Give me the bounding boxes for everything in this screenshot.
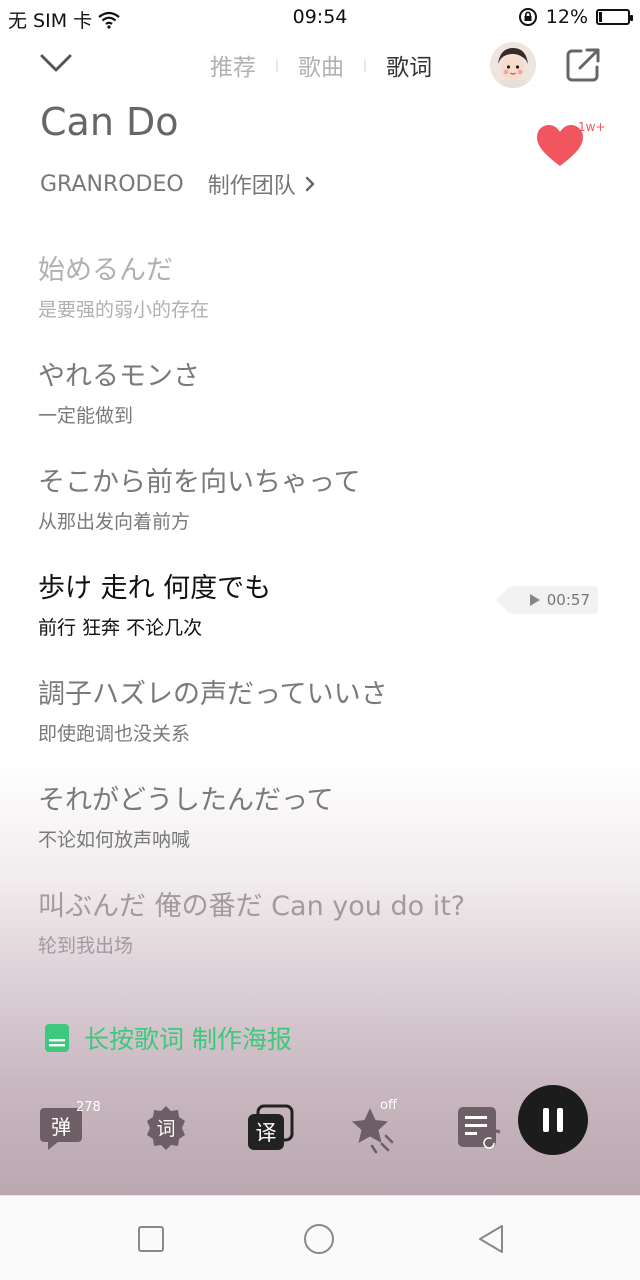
- lyric-original: そこから前を向いちゃって: [38, 467, 361, 498]
- seek-time: 00:57: [546, 591, 590, 609]
- system-nav-bar: [0, 1195, 640, 1280]
- artist-name[interactable]: GRANRODEO: [40, 172, 184, 197]
- translate-icon: 译: [248, 1104, 294, 1150]
- battery-percent: 12%: [545, 6, 588, 28]
- lyric-line[interactable]: 叫ぶんだ 俺の番だ Can you do it? 轮到我出场: [38, 884, 598, 958]
- star-off-badge: off: [380, 1098, 397, 1113]
- lyric-line[interactable]: 始めるんだ 是要强的弱小的存在: [38, 248, 598, 322]
- tab-divider: |: [363, 58, 368, 72]
- top-bar: 推荐 | 歌曲 | 歌词: [0, 34, 640, 96]
- playlist-button[interactable]: [456, 1104, 504, 1152]
- song-title: Can Do: [40, 100, 179, 144]
- lyric-line[interactable]: 調子ハズレの声だっていいさ 即使跑调也没关系: [38, 672, 598, 746]
- play-icon: [529, 594, 540, 606]
- lyric-translation: 是要强的弱小的存在: [38, 299, 210, 321]
- avatar[interactable]: [490, 42, 536, 88]
- chevron-down-icon[interactable]: [38, 48, 74, 78]
- lyric-translation: 不论如何放声呐喊: [38, 829, 191, 851]
- tab-divider: |: [275, 58, 280, 72]
- translate-label: 译: [256, 1121, 277, 1145]
- lyric-translation: 即使跑调也没关系: [38, 723, 191, 745]
- chevron-right-icon[interactable]: [304, 175, 316, 193]
- poster-icon: [45, 1024, 69, 1052]
- lyric-original: 始めるんだ: [38, 255, 173, 286]
- poster-hint-label: 长按歌词 制作海报: [84, 1025, 292, 1054]
- make-poster-hint[interactable]: 长按歌词 制作海报: [44, 1020, 292, 1056]
- recent-apps-icon[interactable]: [134, 1222, 168, 1256]
- playlist-icon: [458, 1107, 501, 1149]
- artist-row: GRANRODEO 制作团队: [40, 168, 316, 200]
- lyric-original: 叫ぶんだ 俺の番だ Can you do it?: [38, 891, 466, 922]
- pause-button[interactable]: [518, 1085, 588, 1155]
- pause-icon: [543, 1108, 563, 1132]
- rotation-lock-icon: [518, 8, 537, 26]
- seek-to-line-button[interactable]: 00:57: [496, 586, 598, 614]
- danmaku-count: 278: [76, 1100, 101, 1115]
- share-icon[interactable]: [564, 46, 602, 84]
- lyric-translation: 从那出发向着前方: [38, 511, 191, 533]
- status-bar: 无 SIM 卡 09:54 12%: [0, 0, 640, 34]
- tab-lyrics[interactable]: 歌词: [386, 48, 432, 82]
- player-controls: 弹 278 词 译 off: [0, 1080, 640, 1180]
- lyric-line[interactable]: そこから前を向いちゃって 从那出发向着前方: [38, 460, 598, 534]
- lyric-line[interactable]: それがどうしたんだって 不论如何放声呐喊: [38, 778, 598, 852]
- avatar-image: [490, 42, 536, 88]
- lyric-original: やれるモンさ: [38, 361, 200, 392]
- translate-button[interactable]: 译: [246, 1104, 294, 1152]
- lyrics-badge-icon: 词: [147, 1106, 185, 1150]
- lyric-translation: 一定能做到: [38, 405, 134, 427]
- lyric-translation: 轮到我出场: [38, 935, 134, 957]
- lyrics-mode-button[interactable]: 词: [142, 1104, 190, 1152]
- lyric-translation: 前行 狂奔 不论几次: [38, 617, 203, 639]
- home-icon[interactable]: [302, 1222, 336, 1256]
- production-team-link[interactable]: 制作团队: [208, 168, 296, 200]
- like-count: 1w+: [578, 120, 606, 134]
- lyric-line[interactable]: やれるモンさ 一定能做到: [38, 354, 598, 428]
- battery-fill: [599, 12, 602, 22]
- back-icon[interactable]: [474, 1222, 508, 1256]
- tab-recommend[interactable]: 推荐: [210, 48, 256, 82]
- lyric-original: それがどうしたんだって: [38, 785, 334, 816]
- lyrics-mode-label: 词: [156, 1118, 175, 1140]
- tab-bar: 推荐 | 歌曲 | 歌词: [210, 48, 432, 82]
- tab-songs[interactable]: 歌曲: [298, 48, 344, 82]
- battery-icon: [596, 9, 633, 25]
- lyric-original: 調子ハズレの声だっていいさ: [38, 679, 388, 710]
- danmaku-label: 弹: [51, 1115, 71, 1139]
